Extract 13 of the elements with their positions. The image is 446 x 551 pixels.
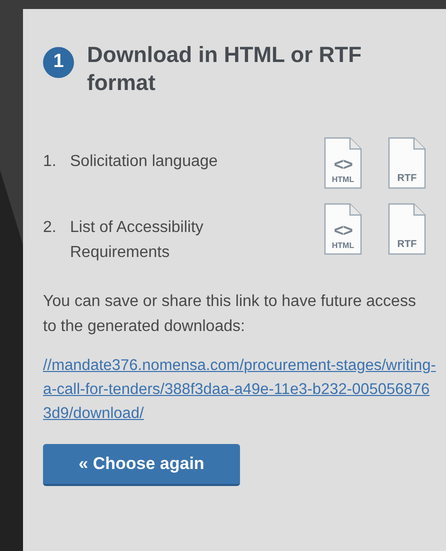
rtf-file-button[interactable]: RTF <box>388 137 426 189</box>
rtf-file-button[interactable]: RTF <box>388 203 426 255</box>
html-file-button[interactable]: <> HTML <box>324 137 362 189</box>
share-link[interactable]: //mandate376.nomensa.com/procurement-stages/writing-a-call-for-tenders/388f3daa-a49e-11e3-b232-0050568763d9/download/ <box>43 354 438 426</box>
section-heading: Download in HTML or RTF format <box>87 41 363 97</box>
share-text: You can save or share this link to have future access to the generated downloads: <box>43 292 417 337</box>
list-number: 2. <box>43 218 58 238</box>
document-name: List of Accessibility Requirements <box>70 218 204 263</box>
document-name: Solicitation language <box>70 152 219 172</box>
step-number-badge: 1 <box>43 47 74 78</box>
list-number: 1. <box>43 152 58 172</box>
html-file-button[interactable]: <> HTML <box>324 203 362 255</box>
choose-again-button[interactable]: « Choose again <box>43 444 240 486</box>
